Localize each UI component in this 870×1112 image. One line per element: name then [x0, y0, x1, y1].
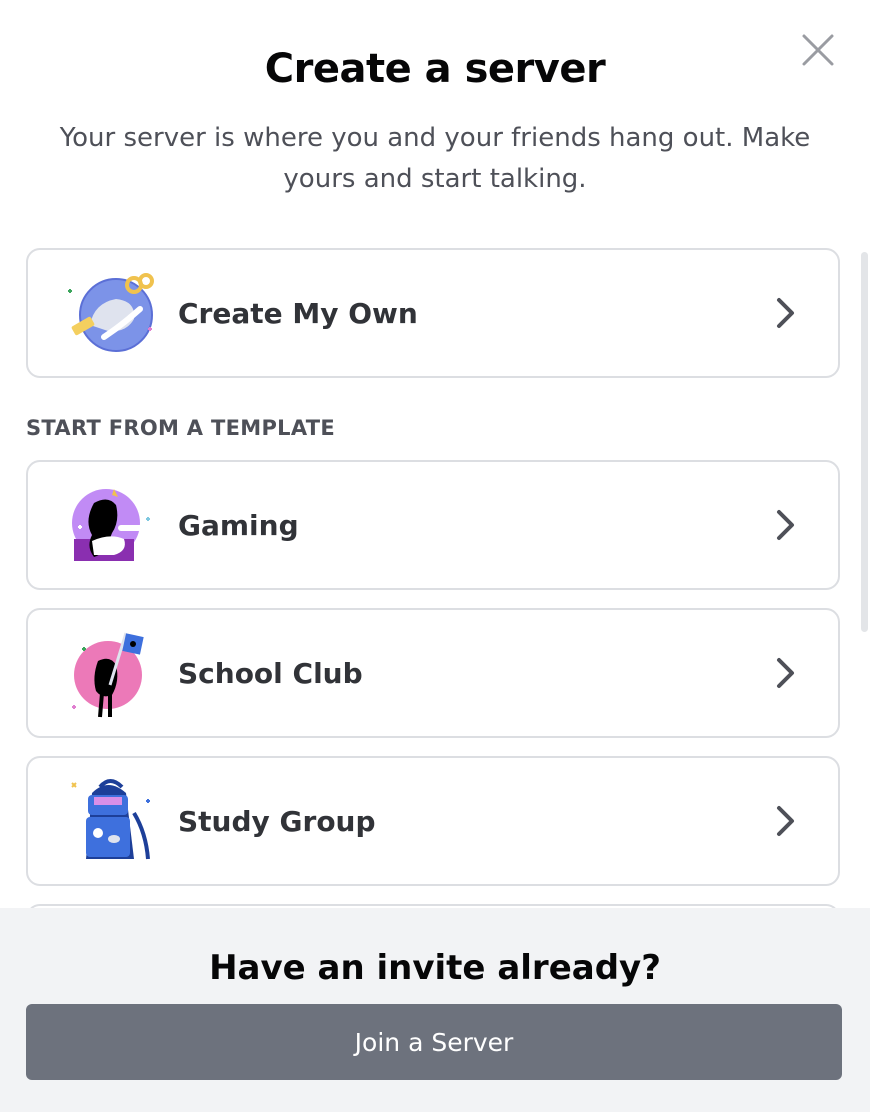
template-label-school-club: School Club: [178, 656, 363, 690]
template-label-gaming: Gaming: [178, 508, 299, 542]
modal-title: Create a server: [264, 46, 606, 92]
scrollbar[interactable]: [861, 252, 868, 632]
template-label-study-group: Study Group: [178, 804, 376, 838]
footer-title: Have an invite already?: [209, 948, 661, 988]
create-server-modal: Create a server Your server is where you…: [0, 0, 870, 1112]
chevron-right-icon: [777, 806, 794, 836]
create-my-own-card[interactable]: Create My Own: [26, 248, 840, 378]
template-card-gaming[interactable]: Gaming: [26, 460, 840, 590]
chevron-right-icon: [777, 298, 794, 328]
school-club-illustration-icon: [72, 632, 144, 718]
join-server-button[interactable]: Join a Server: [26, 1004, 842, 1080]
create-my-own-label: Create My Own: [178, 296, 418, 330]
chevron-right-icon: [777, 658, 794, 688]
template-section-label: START FROM A TEMPLATE: [26, 416, 336, 440]
template-card-study-group[interactable]: Study Group: [26, 756, 840, 886]
chevron-right-icon: [777, 510, 794, 540]
modal-subtitle: Your server is where you and your friend…: [59, 123, 811, 194]
modal-footer: Have an invite already? Join a Server: [0, 908, 870, 1112]
create-my-own-illustration-icon: [68, 273, 154, 352]
template-card-school-club[interactable]: School Club: [26, 608, 840, 738]
gaming-illustration-icon: [72, 489, 150, 561]
study-group-illustration-icon: [71, 779, 150, 860]
options-list[interactable]: Create My Own START FROM A TEMPLATE Gami…: [0, 232, 870, 908]
